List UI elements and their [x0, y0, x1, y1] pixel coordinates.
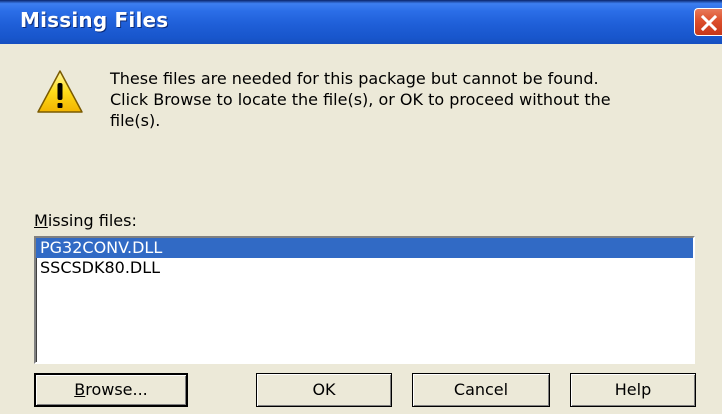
message-line: file(s).	[110, 111, 161, 130]
browse-button[interactable]: Browse...	[34, 373, 188, 407]
missing-files-label-mnemonic: M	[34, 211, 48, 230]
ok-button[interactable]: OK	[256, 373, 392, 407]
cancel-button[interactable]: Cancel	[412, 373, 550, 407]
browse-button-mnemonic: B	[74, 380, 86, 399]
title-bar[interactable]: Missing Files	[0, 0, 722, 44]
close-button[interactable]	[694, 8, 722, 36]
close-icon	[700, 14, 718, 32]
warning-icon	[37, 70, 83, 113]
list-item[interactable]: SSCSDK80.DLL	[36, 258, 693, 278]
help-button[interactable]: Help	[570, 373, 696, 407]
window-title: Missing Files	[20, 8, 169, 32]
browse-button-label: rowse...	[85, 380, 148, 399]
message-line: These files are needed for this package …	[110, 69, 599, 88]
message-text: These files are needed for this package …	[110, 68, 710, 131]
missing-files-label: Missing files:	[34, 211, 137, 230]
list-item[interactable]: PG32CONV.DLL	[36, 238, 693, 258]
missing-files-dialog: Missing Files These files are needed for…	[0, 0, 722, 414]
message-line: Click Browse to locate the file(s), or O…	[110, 90, 611, 109]
missing-files-listbox[interactable]: PG32CONV.DLL SSCSDK80.DLL	[34, 236, 695, 364]
missing-files-label-text: issing files:	[47, 211, 137, 230]
